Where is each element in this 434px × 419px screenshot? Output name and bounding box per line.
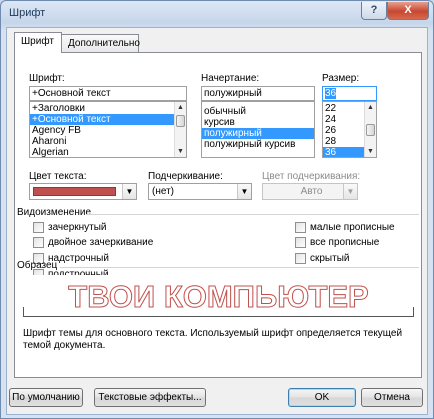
underline-color-value: Авто	[300, 186, 323, 197]
underline-select[interactable]: (нет) ▼	[148, 183, 252, 200]
all-caps-label: все прописные	[310, 237, 380, 248]
font-input[interactable]: +Основной текст	[29, 86, 187, 101]
underline-label: Подчеркивание:	[148, 171, 223, 182]
tab-advanced-label: Дополнительно	[68, 38, 140, 49]
preview-text: ТВОИ КОМПЬЮТЕР	[68, 279, 369, 315]
double-strikethrough-label: двойное зачеркивание	[48, 237, 154, 248]
title-bar[interactable]: Шрифт ? X	[1, 1, 433, 27]
chevron-down-icon: ▼	[343, 184, 357, 199]
list-item-selected[interactable]: +Основной текст	[30, 114, 186, 125]
small-caps-label: малые прописные	[310, 222, 395, 233]
font-color-swatch	[33, 187, 116, 196]
size-input-value: 36	[325, 88, 337, 99]
scroll-thumb[interactable]	[366, 124, 375, 136]
font-dialog: Шрифт ? X Дополнительно Шрифт Шрифт: +Ос…	[0, 0, 434, 419]
font-label: Шрифт:	[29, 73, 65, 84]
list-item[interactable]: Algerian	[30, 147, 186, 157]
dialog-title: Шрифт	[9, 7, 46, 19]
set-default-button[interactable]: По умолчанию	[9, 388, 83, 407]
font-tab-panel: Шрифт: +Основной текст +Заголовки +Основ…	[14, 52, 422, 378]
scroll-thumb[interactable]	[176, 115, 185, 127]
style-input[interactable]: полужирный	[201, 86, 315, 101]
underline-select-value: (нет)	[152, 186, 174, 197]
tab-font[interactable]: Шрифт	[14, 32, 62, 53]
preview-description: Шрифт темы для основного текста. Использ…	[23, 328, 403, 351]
size-list[interactable]: 22 24 26 28 36 ▲ ▼	[322, 101, 377, 158]
scroll-down-icon[interactable]: ▼	[366, 147, 375, 156]
style-list[interactable]: обычный курсив полужирный полужирный кур…	[201, 101, 315, 158]
list-item[interactable]: полужирный курсив	[202, 139, 314, 150]
small-caps-checkbox[interactable]	[295, 222, 306, 233]
strikethrough-label: зачеркнутый	[48, 222, 107, 233]
scroll-down-icon[interactable]: ▼	[176, 147, 185, 156]
strikethrough-checkbox[interactable]	[33, 222, 44, 233]
font-list[interactable]: +Заголовки +Основной текст Agency FB Aha…	[29, 101, 187, 158]
scroll-up-icon[interactable]: ▲	[176, 103, 185, 112]
close-button[interactable]: X	[387, 2, 429, 20]
all-caps-checkbox[interactable]	[295, 237, 306, 248]
style-label: Начертание:	[201, 73, 260, 84]
list-item[interactable]: +Заголовки	[30, 103, 186, 114]
size-list-scrollbar[interactable]: ▲ ▼	[364, 102, 376, 157]
tab-font-label: Шрифт	[21, 36, 54, 47]
list-item[interactable]: обычный	[202, 106, 314, 117]
preview-title: Образец	[17, 260, 58, 271]
tab-advanced[interactable]: Дополнительно	[61, 34, 140, 52]
chevron-down-icon[interactable]: ▼	[122, 184, 136, 199]
dialog-client: Дополнительно Шрифт Шрифт: +Основной тек…	[6, 27, 428, 415]
font-input-value: +Основной текст	[32, 88, 111, 99]
cancel-button[interactable]: Отмена	[361, 388, 423, 407]
font-list-scrollbar[interactable]: ▲ ▼	[174, 102, 186, 157]
list-item[interactable]: курсив	[202, 117, 314, 128]
preview-box: ТВОИ КОМПЬЮТЕР	[23, 275, 414, 321]
ok-button[interactable]: OK	[288, 388, 356, 407]
preview-divider	[60, 267, 419, 268]
double-strikethrough-checkbox[interactable]	[33, 237, 44, 248]
underline-color-select: Авто ▼	[262, 183, 358, 200]
size-label: Размер:	[322, 73, 360, 84]
hidden-checkbox[interactable]	[295, 253, 306, 264]
style-input-value: полужирный	[204, 88, 262, 99]
chevron-down-icon[interactable]: ▼	[237, 184, 251, 199]
effects-divider	[87, 214, 419, 215]
font-color-label: Цвет текста:	[29, 171, 87, 182]
underline-color-label: Цвет подчеркивания:	[262, 171, 361, 182]
font-color-picker[interactable]: ▼	[29, 183, 137, 200]
list-item[interactable]: Aharoni	[30, 136, 186, 147]
hidden-label: скрытый	[310, 253, 350, 264]
list-item[interactable]: Agency FB	[30, 125, 186, 136]
effects-title: Видоизменение	[17, 207, 92, 218]
scroll-up-icon[interactable]: ▲	[366, 103, 375, 112]
list-item-selected[interactable]: полужирный	[202, 128, 314, 139]
size-input[interactable]: 36	[322, 86, 377, 101]
text-effects-button[interactable]: Текстовые эффекты...	[94, 388, 206, 407]
help-button[interactable]: ?	[361, 2, 387, 20]
